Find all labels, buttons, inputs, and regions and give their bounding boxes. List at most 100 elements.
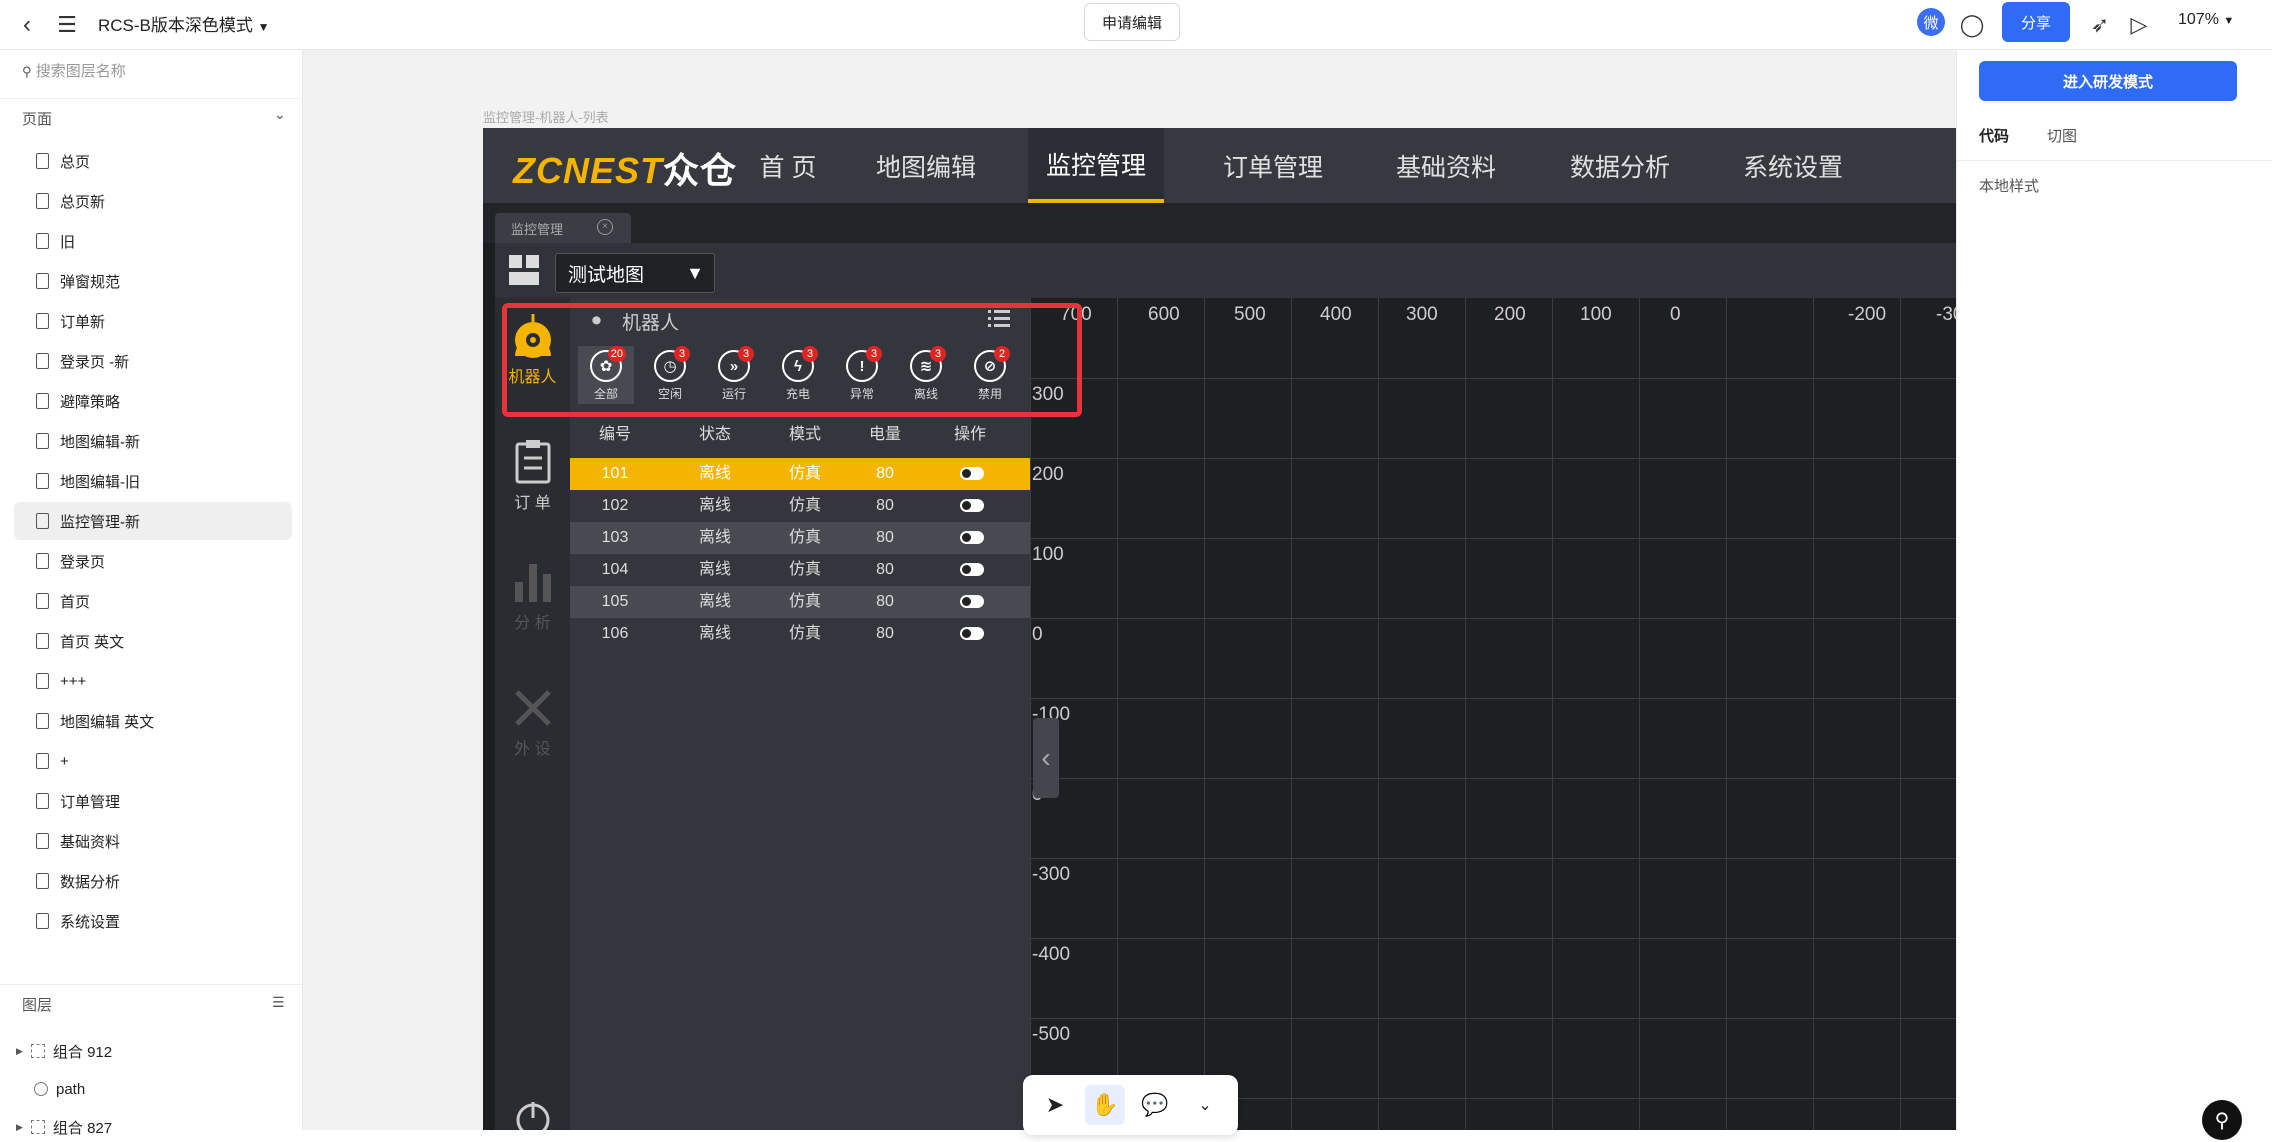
- caret-right-icon[interactable]: ▶: [16, 1122, 23, 1133]
- pointer-icon[interactable]: ➤: [1035, 1085, 1075, 1125]
- y-axis-label: 0: [1032, 624, 1043, 645]
- tab-code[interactable]: 代码: [1979, 125, 2009, 146]
- rail-label: 外 设: [514, 741, 551, 758]
- rail-item-order[interactable]: 订 单: [495, 438, 570, 513]
- page-icon: [36, 873, 49, 889]
- grid-line: [1465, 298, 1466, 1130]
- page-item[interactable]: 数据分析: [14, 862, 292, 900]
- page-label: +: [60, 752, 69, 770]
- layer-search-input[interactable]: ⚲ 搜索图层名称: [22, 60, 126, 81]
- page-item[interactable]: 总页: [14, 142, 292, 180]
- nav-item[interactable]: 订单管理: [1198, 128, 1348, 203]
- page-item[interactable]: 基础资料: [14, 822, 292, 860]
- avatar[interactable]: 微: [1917, 8, 1945, 36]
- design-canvas[interactable]: 监控管理-机器人-列表 ZCNEST众仓 首 页地图编辑 监控管理 订单管理 基础资料…: [303, 50, 1956, 1130]
- share-button[interactable]: 分享: [2002, 2, 2070, 42]
- map-select[interactable]: 测试地图 ▼: [555, 253, 715, 293]
- table-row[interactable]: 104 离线 仿真 80: [570, 554, 1030, 586]
- document-title[interactable]: RCS-B版本深色模式 ▼: [98, 11, 270, 36]
- lightbulb-icon[interactable]: ◯: [1955, 8, 1989, 42]
- page-item[interactable]: 避障策略: [14, 382, 292, 420]
- menu-icon[interactable]: ☰: [50, 8, 84, 42]
- nav-item[interactable]: 系统设置: [1718, 128, 1868, 203]
- table-row[interactable]: 102 离线 仿真 80: [570, 490, 1030, 522]
- grid-line: [1030, 458, 1956, 459]
- enable-toggle[interactable]: [960, 467, 984, 480]
- search-fab-icon[interactable]: ⚲: [2202, 1100, 2242, 1140]
- column-header: 电量: [868, 426, 901, 443]
- page-item[interactable]: 地图编辑-新: [14, 422, 292, 460]
- nav-item[interactable]: 数据分析: [1545, 128, 1695, 203]
- map-layout-icon[interactable]: [507, 253, 541, 287]
- close-icon[interactable]: ×: [597, 219, 613, 235]
- nav-item[interactable]: 监控管理: [1028, 128, 1164, 203]
- tab-monitor[interactable]: 监控管理 ×: [495, 213, 631, 243]
- enable-toggle[interactable]: [960, 563, 984, 576]
- enable-toggle[interactable]: [960, 499, 984, 512]
- rail-item-peripheral[interactable]: 外 设: [495, 686, 570, 759]
- caret-down-icon: ▼: [686, 263, 704, 283]
- layer-item[interactable]: ▶ 组合 912: [16, 1036, 112, 1066]
- enter-dev-mode-button[interactable]: 进入研发模式: [1979, 61, 2237, 101]
- nav-item[interactable]: 地图编辑: [851, 128, 1001, 203]
- page-label: 监控管理-新: [60, 513, 140, 531]
- comment-arrow-icon[interactable]: ➶: [2083, 8, 2117, 42]
- page-item[interactable]: 订单新: [14, 302, 292, 340]
- page-item[interactable]: 首页 英文: [14, 622, 292, 660]
- chevron-down-icon[interactable]: ⌄: [274, 106, 286, 123]
- zoom-level[interactable]: 107% ▼: [2178, 11, 2234, 29]
- cell-status: 离线: [698, 529, 731, 546]
- page-item[interactable]: +: [14, 742, 292, 780]
- page-icon: [36, 833, 49, 849]
- back-icon[interactable]: ‹: [10, 8, 44, 42]
- comment-icon[interactable]: 💬: [1135, 1085, 1175, 1125]
- enable-toggle[interactable]: [960, 627, 984, 640]
- nav-item[interactable]: 首 页: [723, 128, 853, 203]
- request-edit-button[interactable]: 申请编辑: [1084, 3, 1180, 41]
- grid-line: [1291, 298, 1292, 1130]
- page-icon: [36, 393, 49, 409]
- enable-toggle[interactable]: [960, 531, 984, 544]
- layer-sort-icon[interactable]: ☰: [272, 994, 285, 1011]
- nav-item[interactable]: 基础资料: [1371, 128, 1521, 203]
- page-item[interactable]: 弹窗规范: [14, 262, 292, 300]
- page-item[interactable]: 地图编辑-旧: [14, 462, 292, 500]
- frame-label[interactable]: 监控管理-机器人-列表: [483, 107, 609, 126]
- x-axis-label: 300: [1406, 304, 1438, 325]
- enable-toggle[interactable]: [960, 595, 984, 608]
- app-frame[interactable]: ZCNEST众仓 首 页地图编辑 监控管理 订单管理 基础资料 数据分析 系统设置 监控管…: [483, 128, 1956, 1130]
- grid-line: [1030, 538, 1956, 539]
- hand-icon[interactable]: ✋: [1085, 1085, 1125, 1125]
- page-item[interactable]: 登录页 -新: [14, 342, 292, 380]
- caret-right-icon[interactable]: ▶: [16, 1046, 23, 1057]
- layer-item[interactable]: path: [34, 1074, 85, 1104]
- page-item[interactable]: 旧: [14, 222, 292, 260]
- table-row[interactable]: 101 离线 仿真 80: [570, 458, 1030, 490]
- x-axis-label: 0: [1670, 304, 1681, 325]
- local-style-label: 本地样式: [1979, 178, 2040, 195]
- page-item[interactable]: 首页: [14, 582, 292, 620]
- page-item[interactable]: 总页新: [14, 182, 292, 220]
- page-item[interactable]: 订单管理: [14, 782, 292, 820]
- rail-item-analysis[interactable]: 分 析: [495, 560, 570, 633]
- page-item[interactable]: 地图编辑 英文: [14, 702, 292, 740]
- table-row[interactable]: 103 离线 仿真 80: [570, 522, 1030, 554]
- layer-item[interactable]: ▶ 组合 827: [16, 1112, 112, 1142]
- map-grid[interactable]: 7006005004003002001000-200-3003002001000…: [1030, 298, 1956, 1130]
- page-item[interactable]: +++: [14, 662, 292, 700]
- page-item[interactable]: 登录页: [14, 542, 292, 580]
- play-icon[interactable]: ▷: [2122, 8, 2156, 42]
- page-item[interactable]: 系统设置: [14, 902, 292, 940]
- page-item[interactable]: 监控管理-新: [14, 502, 292, 540]
- more-chevron-icon[interactable]: ⌄: [1185, 1085, 1225, 1125]
- table-row[interactable]: 106 离线 仿真 80: [570, 618, 1030, 650]
- collapse-panel-handle[interactable]: ‹: [1033, 718, 1059, 798]
- robot-list-panel: ⏺ 机器人 ✿ 20 全部 ◷ 3 空闲» 3 运行 ϟ 3 充电! 3 异常 ≋ 3 离线 ⊘ 2 禁用 编号 状态…: [570, 298, 1030, 1130]
- page-label: 系统设置: [60, 913, 121, 931]
- table-row[interactable]: 105 离线 仿真 80: [570, 586, 1030, 618]
- x-axis-label: 400: [1320, 304, 1352, 325]
- power-icon[interactable]: [495, 1098, 570, 1130]
- y-axis-label: 100: [1032, 544, 1064, 565]
- tab-cut[interactable]: 切图: [2047, 125, 2077, 146]
- grid-line: [1030, 858, 1956, 859]
